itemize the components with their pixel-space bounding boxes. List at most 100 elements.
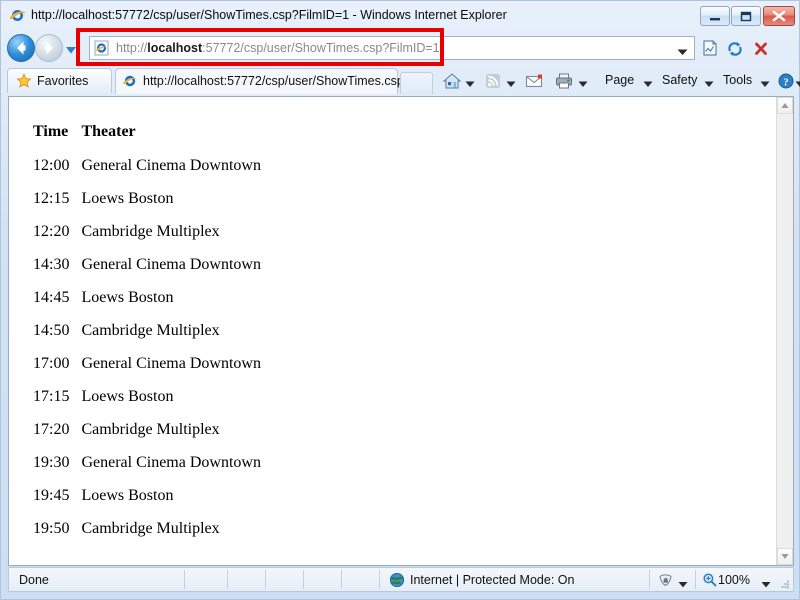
table-row: 17:15 Loews Boston xyxy=(25,382,273,415)
cell-time: 12:15 xyxy=(33,190,70,207)
internet-explorer-icon xyxy=(9,7,26,24)
page-menu-label[interactable]: Page xyxy=(605,73,634,88)
address-text: http://localhost:57772/csp/user/ShowTime… xyxy=(116,41,440,55)
favorites-button[interactable]: Favorites xyxy=(7,68,112,93)
table-row: 12:00 General Cinema Downtown xyxy=(25,151,273,184)
tools-dropdown-icon[interactable] xyxy=(760,77,770,87)
vertical-scrollbar[interactable] xyxy=(776,97,793,565)
cell-time: 19:45 xyxy=(33,487,70,504)
close-button[interactable] xyxy=(763,6,795,26)
back-button[interactable] xyxy=(7,34,35,62)
scroll-down-button[interactable] xyxy=(777,548,793,565)
table-row: 14:45 Loews Boston xyxy=(25,283,273,316)
compatibility-view-icon[interactable] xyxy=(699,37,721,59)
page-dropdown-icon[interactable] xyxy=(643,77,653,87)
printer-icon[interactable] xyxy=(554,71,574,91)
forward-button xyxy=(35,34,63,62)
status-divider xyxy=(303,570,304,589)
column-header-theater: Theater xyxy=(81,123,136,140)
browser-window: http://localhost:57772/csp/user/ShowTime… xyxy=(0,0,800,600)
table-header-row: Time Theater xyxy=(25,119,273,151)
tab-label: http://localhost:57772/csp/user/ShowTime… xyxy=(143,74,415,88)
minimize-button[interactable] xyxy=(700,6,730,26)
cell-theater: Loews Boston xyxy=(81,190,174,207)
home-icon[interactable] xyxy=(442,71,462,91)
maximize-button[interactable] xyxy=(731,6,761,26)
stop-icon[interactable] xyxy=(749,37,771,59)
cell-time: 17:20 xyxy=(33,421,70,438)
address-dropdown-icon[interactable] xyxy=(677,45,688,55)
favorites-label: Favorites xyxy=(37,74,89,88)
scroll-up-button[interactable] xyxy=(777,97,793,114)
status-divider xyxy=(341,570,342,589)
status-divider xyxy=(227,570,228,589)
cell-time: 17:00 xyxy=(33,355,70,372)
cell-time: 17:15 xyxy=(33,388,70,405)
new-tab-button[interactable] xyxy=(400,72,433,94)
status-bar: Done Internet | Protected Mode: On 100% xyxy=(8,567,794,592)
cell-time: 12:00 xyxy=(33,157,70,174)
privacy-dropdown-icon[interactable] xyxy=(678,577,688,588)
cell-time: 14:50 xyxy=(33,322,70,339)
cell-theater: Cambridge Multiplex xyxy=(81,421,220,438)
tools-menu-label[interactable]: Tools xyxy=(723,73,752,88)
safety-dropdown-icon[interactable] xyxy=(704,77,714,87)
web-page: Time Theater 12:00 General Cinema Downtow… xyxy=(9,97,776,565)
cell-theater: Cambridge Multiplex xyxy=(81,520,220,537)
table-row: 14:50 Cambridge Multiplex xyxy=(25,316,273,349)
tab-bar: Favorites http://localhost:57772/csp/use… xyxy=(1,66,800,94)
command-bar: Page Safety Tools ? xyxy=(438,66,800,94)
column-header-time: Time xyxy=(33,123,69,140)
table-row: 19:50 Cambridge Multiplex xyxy=(25,514,273,547)
window-title: http://localhost:57772/csp/user/ShowTime… xyxy=(31,8,507,22)
home-dropdown-icon[interactable] xyxy=(465,77,475,87)
cell-theater: Cambridge Multiplex xyxy=(81,322,220,339)
cell-time: 19:50 xyxy=(33,520,70,537)
cell-theater: General Cinema Downtown xyxy=(81,355,261,372)
safety-menu-label[interactable]: Safety xyxy=(662,73,697,88)
title-bar: http://localhost:57772/csp/user/ShowTime… xyxy=(1,1,800,30)
recent-pages-dropdown[interactable] xyxy=(65,44,77,54)
cell-theater: Loews Boston xyxy=(81,289,174,306)
globe-icon xyxy=(389,572,405,588)
mail-icon[interactable] xyxy=(524,71,544,91)
star-icon xyxy=(16,73,32,89)
table-row: 14:30 General Cinema Downtown xyxy=(25,250,273,283)
table-row: 12:15 Loews Boston xyxy=(25,184,273,217)
cell-theater: General Cinema Downtown xyxy=(81,454,261,471)
internet-explorer-icon xyxy=(122,73,138,89)
table-row: 17:00 General Cinema Downtown xyxy=(25,349,273,382)
cell-time: 14:30 xyxy=(33,256,70,273)
table-row: 19:45 Loews Boston xyxy=(25,481,273,514)
cell-theater: Loews Boston xyxy=(81,388,174,405)
svg-text:?: ? xyxy=(783,77,788,88)
zoom-magnifier-icon[interactable] xyxy=(702,572,717,587)
zoom-dropdown-icon[interactable] xyxy=(761,577,771,588)
table-row: 12:20 Cambridge Multiplex xyxy=(25,217,273,250)
help-dropdown-icon[interactable] xyxy=(795,77,800,87)
table-row: 17:20 Cambridge Multiplex xyxy=(25,415,273,448)
cell-time: 14:45 xyxy=(33,289,70,306)
address-page-icon xyxy=(94,40,110,56)
status-divider xyxy=(379,570,380,589)
rss-dropdown-icon[interactable] xyxy=(506,77,516,87)
status-divider xyxy=(184,570,185,589)
browser-tab[interactable]: http://localhost:57772/csp/user/ShowTime… xyxy=(115,68,414,94)
help-icon[interactable]: ? xyxy=(776,71,796,91)
status-message: Done xyxy=(19,573,49,587)
cell-time: 19:30 xyxy=(33,454,70,471)
status-divider xyxy=(695,570,696,589)
rss-icon xyxy=(483,71,503,91)
address-bar[interactable]: http://localhost:57772/csp/user/ShowTime… xyxy=(89,36,695,60)
showtimes-table: Time Theater 12:00 General Cinema Downtow… xyxy=(25,119,273,547)
privacy-report-icon[interactable] xyxy=(657,572,674,588)
status-divider xyxy=(265,570,266,589)
print-dropdown-icon[interactable] xyxy=(578,77,588,87)
resize-grip[interactable] xyxy=(778,577,790,589)
zoom-level-label[interactable]: 100% xyxy=(718,573,750,588)
cell-theater: General Cinema Downtown xyxy=(81,256,261,273)
cell-time: 12:20 xyxy=(33,223,70,240)
navigation-bar: http://localhost:57772/csp/user/ShowTime… xyxy=(1,30,800,66)
content-area: Time Theater 12:00 General Cinema Downtow… xyxy=(8,96,794,566)
refresh-icon[interactable] xyxy=(723,37,745,59)
